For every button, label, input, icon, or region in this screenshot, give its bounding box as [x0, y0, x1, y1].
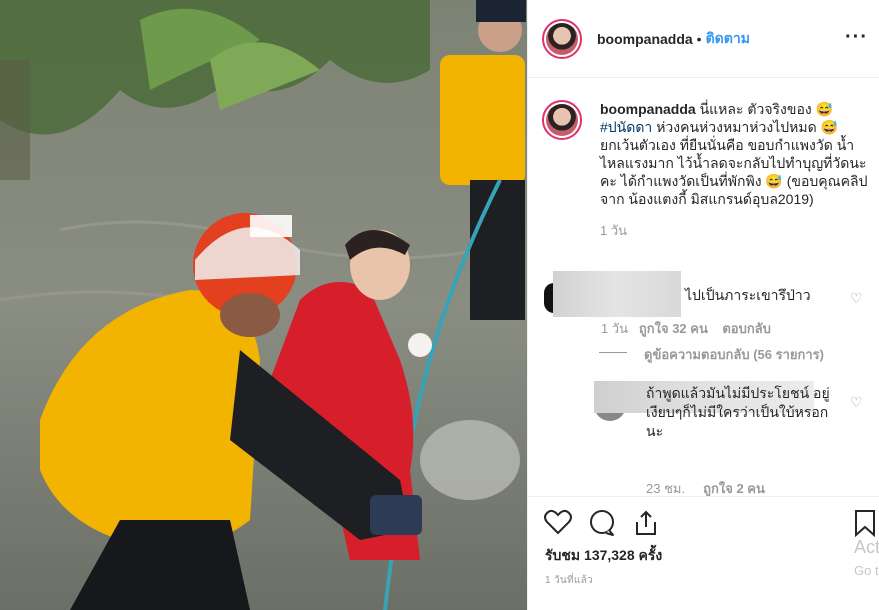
video-frame: [0, 0, 527, 610]
replies-divider: [599, 352, 627, 353]
avatar-image: [546, 22, 578, 55]
user-avatar[interactable]: [542, 18, 582, 59]
comment-2-like-icon[interactable]: ♡: [850, 394, 863, 411]
share-icon[interactable]: [632, 509, 660, 542]
caption-time[interactable]: 1 วัน: [600, 222, 875, 240]
caption-text: boompanadda นี่แหละ ตัวจริงของ 😅 #ปนัดดา…: [600, 100, 875, 240]
comment-1-time[interactable]: 1 วัน: [601, 321, 628, 336]
activate-windows-text: Act: [854, 537, 879, 557]
post-video[interactable]: [0, 0, 527, 610]
heart-icon[interactable]: [544, 509, 572, 540]
comment-icon[interactable]: [588, 509, 616, 542]
caption-avatar[interactable]: [542, 100, 582, 140]
post-side-panel: boompanadda • ติดตาม ··· boompanadda นี่…: [527, 0, 879, 610]
activate-windows-subtext: Go t: [854, 563, 879, 578]
comments-section[interactable]: boompanadda นี่แหละ ตัวจริงของ 😅 #ปนัดดา…: [528, 78, 879, 496]
view-replies-button[interactable]: ดูข้อความตอบกลับ (56 รายการ): [644, 344, 824, 365]
caption-text-1: นี่แหละ ตัวจริงของ 😅: [699, 101, 834, 117]
comment-2-text: ถ้าพูดแล้วมันไม่มีประโยชน์ อยู่เงียบๆก็ไ…: [646, 385, 830, 439]
follow-button[interactable]: ติดตาม: [706, 28, 750, 50]
caption-hashtag[interactable]: #ปนัดดา: [600, 119, 652, 135]
comment-1-username-redacted: [553, 271, 681, 317]
comment-1-like-icon[interactable]: ♡: [850, 290, 863, 307]
posted-time[interactable]: 1 วันที่แล้ว: [545, 573, 593, 588]
header-username[interactable]: boompanadda: [597, 31, 693, 47]
comment-2-time[interactable]: 23 ชม.: [646, 481, 685, 496]
comment-2-meta: 23 ชม. ถูกใจ 2 คน: [646, 478, 765, 496]
avatar-image: [546, 104, 578, 136]
comment-1-likes[interactable]: ถูกใจ 32 คน: [639, 321, 708, 336]
caption-username[interactable]: boompanadda: [600, 101, 696, 117]
more-options-icon[interactable]: ···: [845, 26, 868, 49]
comment-1-text: ไปเป็นภาระเขารึป่าว: [685, 287, 811, 303]
post-header: boompanadda • ติดตาม ···: [528, 0, 879, 78]
comment-1-meta: 1 วัน ถูกใจ 32 คน ตอบกลับ: [601, 318, 771, 339]
comment-2-likes[interactable]: ถูกใจ 2 คน: [703, 481, 765, 496]
separator-dot: •: [696, 30, 702, 47]
comment-1-reply-button[interactable]: ตอบกลับ: [722, 321, 771, 336]
post-actions: รับชม 137,328 ครั้ง 1 วันที่แล้ว Act Go …: [528, 496, 879, 610]
view-count[interactable]: รับชม 137,328 ครั้ง: [545, 545, 662, 567]
